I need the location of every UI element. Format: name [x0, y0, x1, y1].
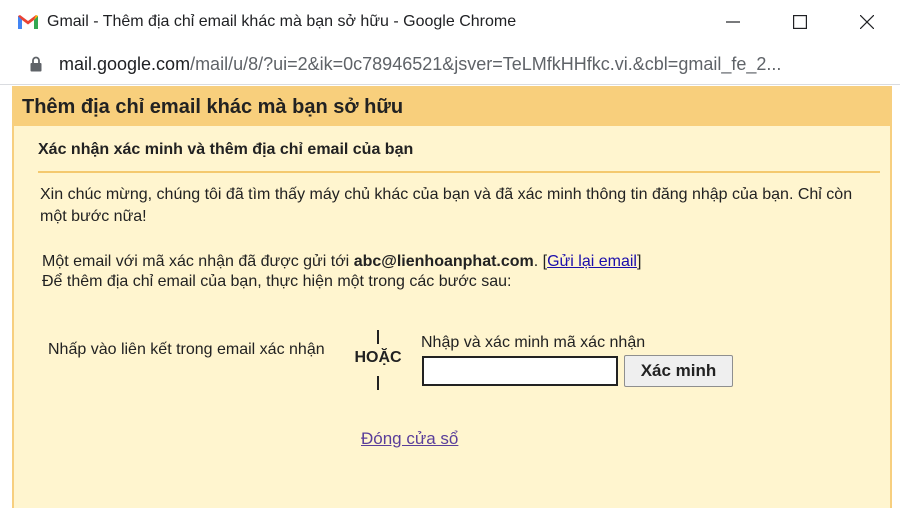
or-text: HOẶC	[354, 349, 402, 366]
url-path: /mail/u/8/?ui=2&ik=0c78946521&jsver=TeLM…	[190, 53, 782, 74]
minimize-icon	[725, 21, 740, 23]
add-email-dialog: Thêm địa chỉ email khác mà bạn sở hữu Xá…	[12, 86, 892, 508]
bracket-close: ]	[636, 253, 642, 270]
minimize-button[interactable]	[699, 0, 766, 44]
sent-prefix: Một email với mã xác nhận đã được gửi tớ…	[42, 253, 354, 270]
option-click-link: Nhấp vào liên kết trong email xác nhận	[48, 341, 325, 358]
close-icon	[859, 15, 874, 29]
verify-button[interactable]: Xác minh	[624, 355, 733, 387]
window-controls	[699, 0, 900, 44]
dialog-title: Thêm địa chỉ email khác mà bạn sở hữu	[22, 95, 404, 118]
confirmation-message: Một email với mã xác nhận đã được gửi tớ…	[42, 252, 872, 292]
step-subtitle: Xác nhận xác minh và thêm địa chỉ email …	[38, 141, 414, 158]
window-title: Gmail - Thêm địa chỉ email khác mà bạn s…	[47, 13, 517, 30]
maximize-icon	[792, 15, 807, 29]
dialog-header: Thêm địa chỉ email khác mà bạn sở hữu	[14, 88, 890, 126]
or-line-top	[377, 330, 379, 344]
url-text[interactable]: mail.google.com/mail/u/8/?ui=2&ik=0c7894…	[59, 54, 781, 75]
address-bar[interactable]: mail.google.com/mail/u/8/?ui=2&ik=0c7894…	[0, 44, 900, 85]
sent-suffix: . [	[533, 253, 548, 270]
or-line-bottom	[377, 376, 379, 390]
url-host: mail.google.com	[59, 53, 191, 74]
target-email: abc@lienhoanphat.com	[353, 253, 534, 270]
code-label: Nhập và xác minh mã xác nhận	[421, 334, 646, 351]
maximize-button[interactable]	[766, 0, 833, 44]
close-button[interactable]	[833, 0, 900, 44]
resend-email-link[interactable]: Gửi lại email	[547, 253, 637, 270]
window-titlebar: Gmail - Thêm địa chỉ email khác mà bạn s…	[0, 0, 900, 44]
verification-code-input[interactable]	[422, 356, 618, 386]
close-window-link[interactable]: Đóng cửa sổ	[361, 429, 458, 449]
subtitle-divider	[38, 171, 880, 173]
congrats-message: Xin chúc mừng, chúng tôi đã tìm thấy máy…	[40, 186, 853, 225]
lock-icon[interactable]	[30, 56, 42, 72]
or-separator: HOẶC	[348, 330, 408, 394]
gmail-icon	[18, 15, 38, 29]
instruction-text: Để thêm địa chỉ email của bạn, thực hiện…	[42, 273, 512, 290]
